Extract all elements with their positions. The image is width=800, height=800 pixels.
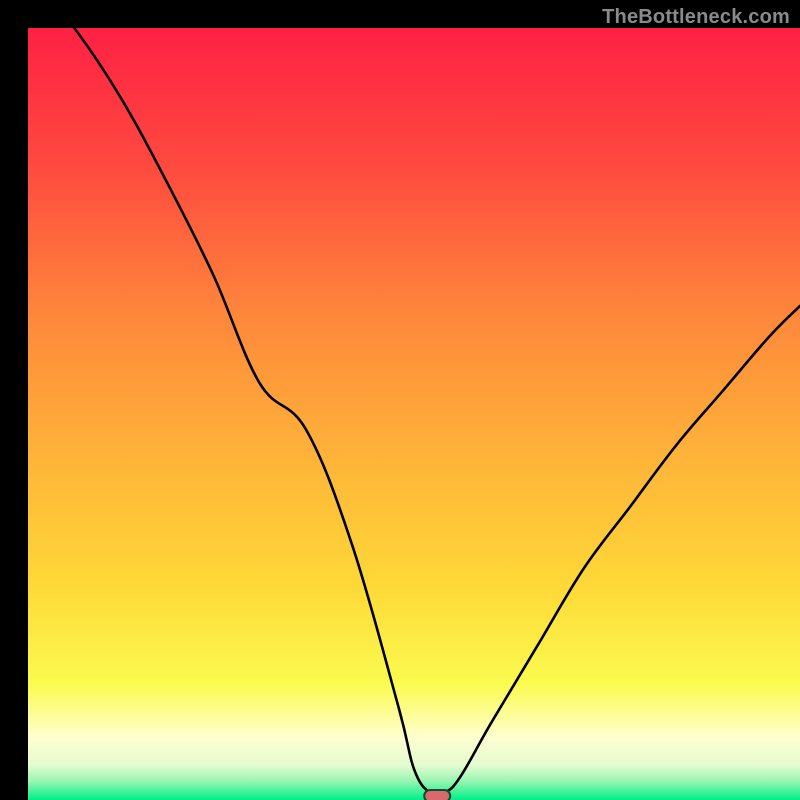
- plot-background: [28, 28, 800, 800]
- watermark-text: TheBottleneck.com: [602, 6, 790, 29]
- bottleneck-chart: [0, 0, 800, 800]
- minimum-marker: [424, 790, 450, 800]
- chart-stage: TheBottleneck.com: [0, 0, 800, 800]
